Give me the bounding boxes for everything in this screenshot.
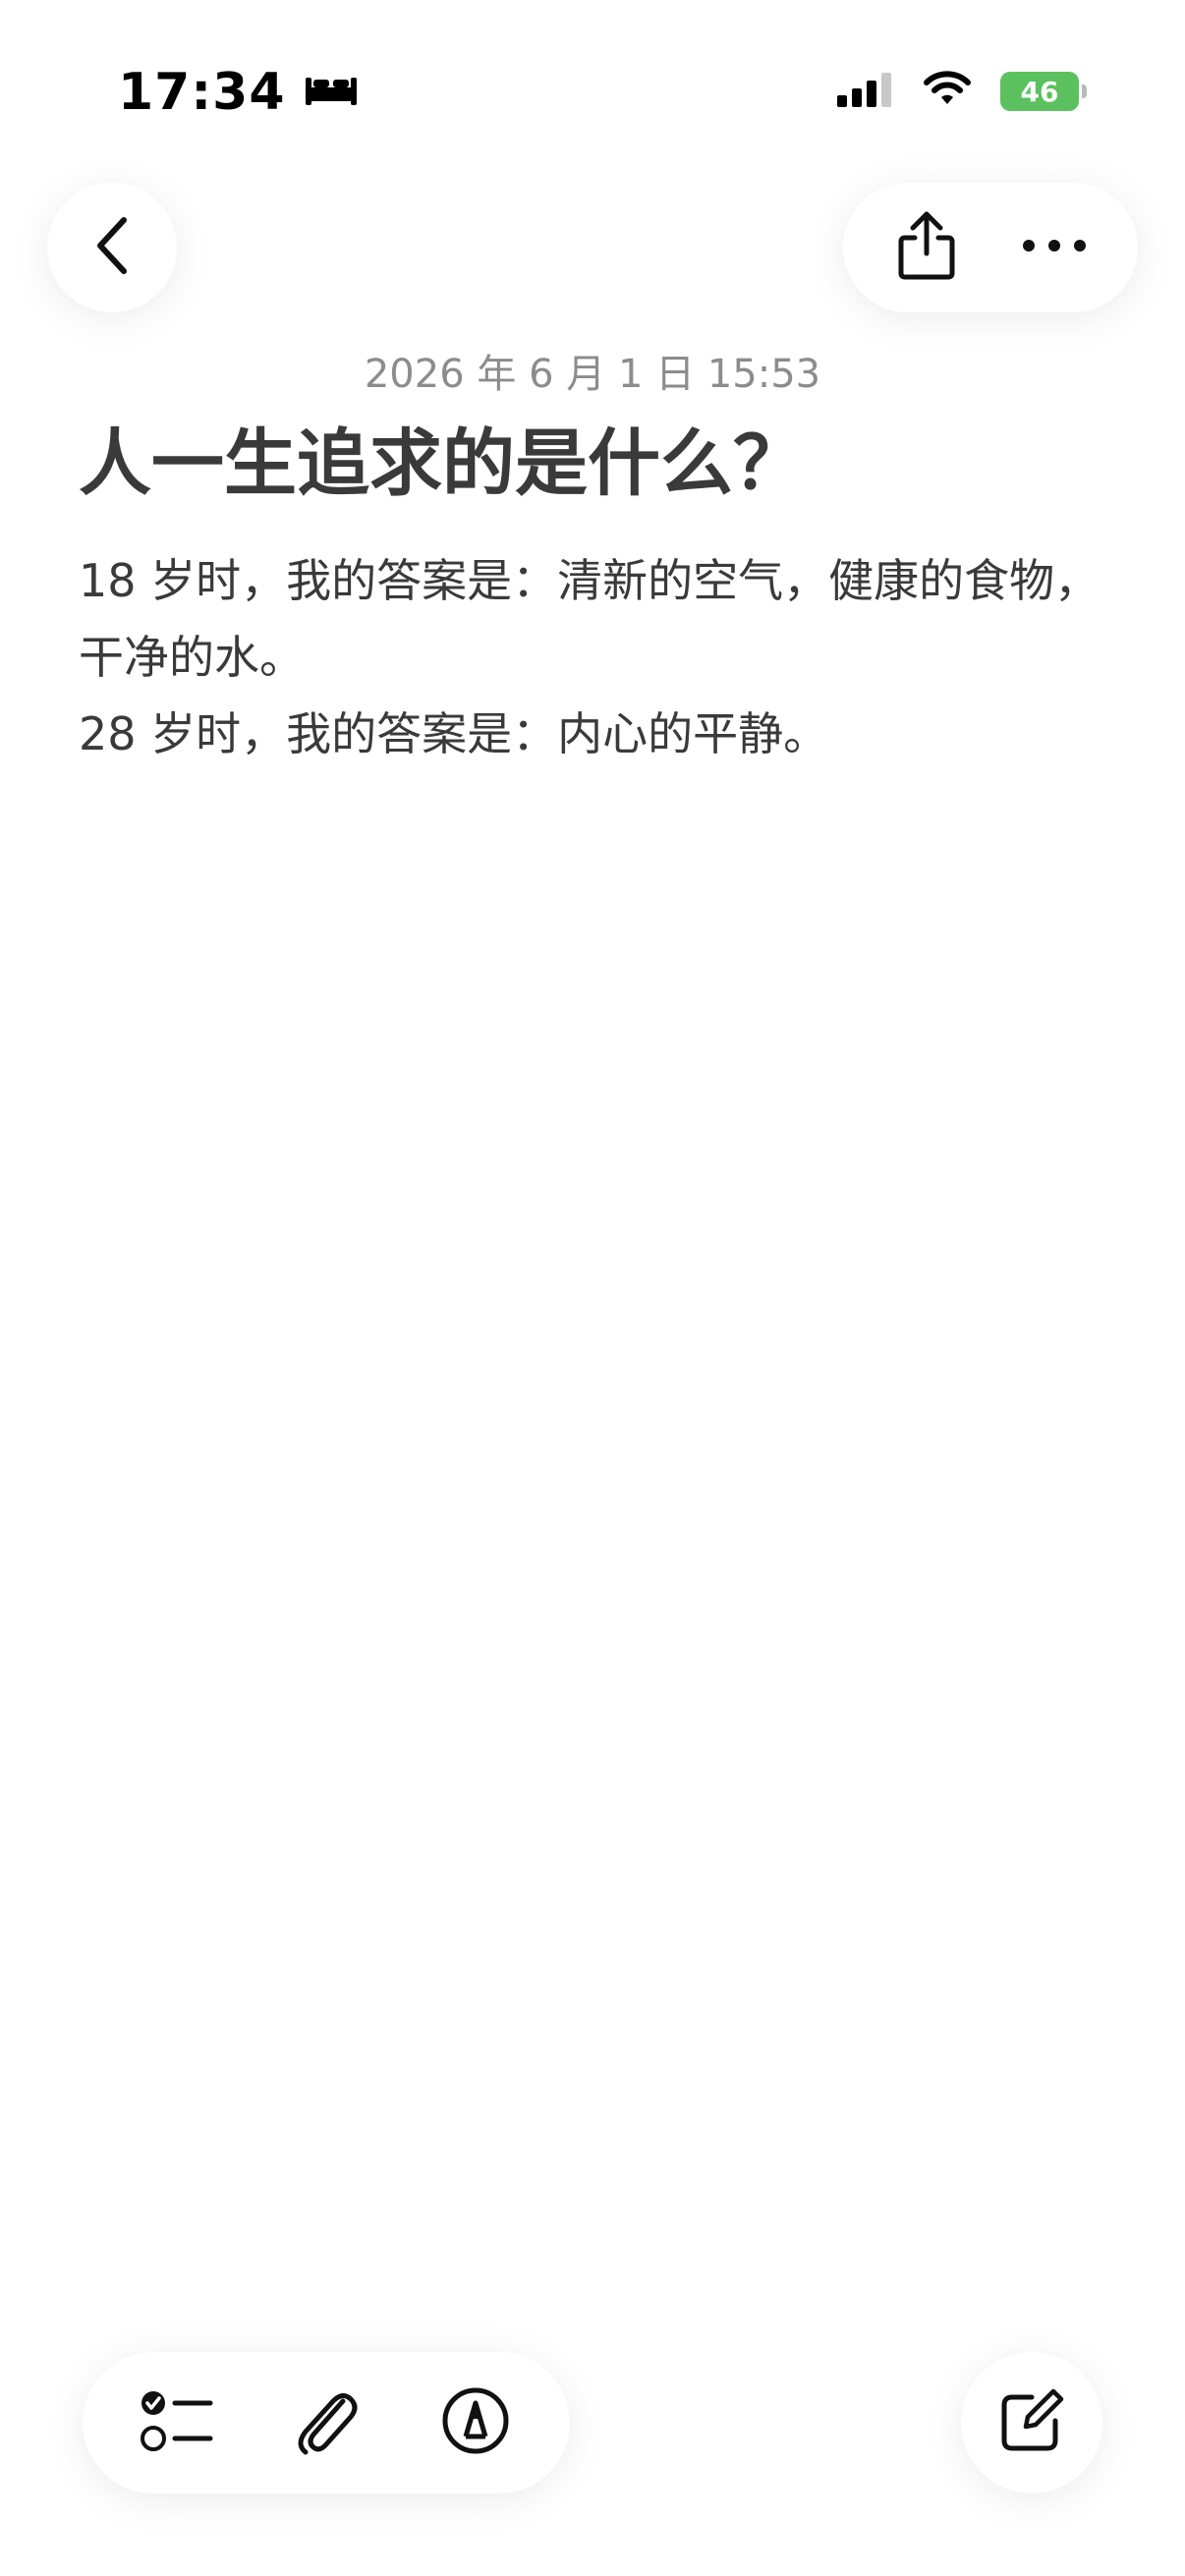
more-button[interactable]: [1005, 198, 1103, 297]
back-button[interactable]: [47, 183, 177, 312]
checklist-button[interactable]: [128, 2374, 226, 2472]
checklist-icon: [140, 2387, 214, 2458]
battery-indicator: 46: [1000, 72, 1087, 111]
compose-icon: [998, 2387, 1065, 2458]
status-time-text: 17:34: [118, 63, 286, 122]
note-line: 18 岁时，我的答案是：清新的空气，健康的食物，干净的水。: [79, 554, 1100, 684]
more-icon: [1021, 238, 1088, 257]
note-title[interactable]: 人一生追求的是什么？: [79, 420, 1120, 508]
bottom-toolbar: [83, 2352, 570, 2493]
wifi-icon: [922, 71, 973, 112]
share-icon: [895, 208, 958, 287]
status-bar-time: 17:34: [118, 63, 359, 122]
cellular-signal-icon: [837, 72, 894, 111]
status-bar-indicators: 46: [837, 71, 1087, 112]
bed-icon: [304, 63, 359, 122]
markup-button[interactable]: [426, 2374, 525, 2472]
battery-level: 46: [1020, 75, 1059, 108]
attach-button[interactable]: [277, 2374, 375, 2472]
chevron-left-icon: [90, 214, 134, 281]
share-button[interactable]: [877, 198, 976, 297]
compose-button[interactable]: [961, 2352, 1102, 2493]
markup-pen-icon: [440, 2385, 511, 2460]
top-actions: [843, 183, 1138, 312]
note-date: 2026 年 6 月 1 日 15:53: [364, 352, 821, 397]
paperclip-icon: [294, 2385, 359, 2460]
note-line: 28 岁时，我的答案是：内心的平静。: [79, 707, 829, 760]
note-body[interactable]: 18 岁时，我的答案是：清新的空气，健康的食物，干净的水。 28 岁时，我的答案…: [79, 542, 1120, 772]
